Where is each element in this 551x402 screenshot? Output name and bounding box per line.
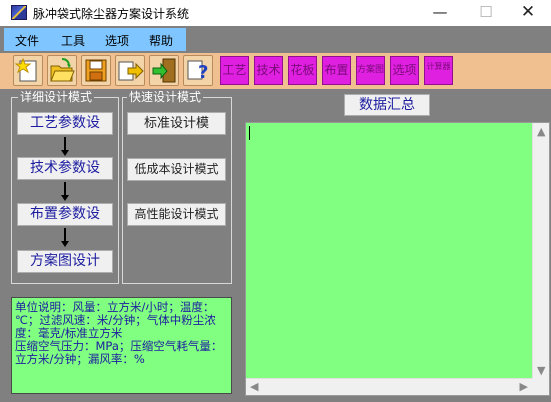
vertical-scrollbar[interactable]: ▲ ▼	[532, 123, 549, 379]
calculator-button[interactable]: 计算器	[424, 56, 453, 85]
close-button[interactable]: ✕	[505, 0, 551, 26]
scroll-up-icon[interactable]: ▲	[537, 126, 545, 137]
menu-file[interactable]: 文件	[15, 32, 39, 49]
quick-design-title: 快速设计模式	[127, 90, 204, 104]
scrollbar-corner	[532, 378, 549, 395]
tech-params-button[interactable]: 技术参数设	[17, 157, 113, 180]
toolbar: ? 工艺 技术 花板 布置 方案图 选项 计算器	[0, 53, 551, 89]
text-caret	[249, 126, 250, 140]
minimize-button[interactable]: —	[417, 0, 463, 26]
low-cost-design-button[interactable]: 低成本设计模式	[127, 158, 226, 181]
exit-icon[interactable]	[149, 55, 179, 86]
standard-design-button[interactable]: 标准设计模	[127, 112, 226, 135]
layout-params-button[interactable]: 布置参数设	[17, 203, 113, 226]
scheme-drawing-button[interactable]: 方案图	[356, 56, 385, 85]
flower-plate-button[interactable]: 花板	[288, 56, 317, 85]
process-button[interactable]: 工艺	[220, 56, 249, 85]
help-icon[interactable]: ?	[183, 55, 213, 86]
unit-notes-box: 单位说明：风量：立方米/小时；温度：℃；过滤风速：米/分钟；气体中粉尘浓度：毫克…	[11, 297, 232, 394]
menu-bar: 文件 工具 选项 帮助	[4, 28, 186, 51]
data-summary-button[interactable]: 数据汇总	[344, 94, 430, 116]
app-icon	[11, 5, 27, 20]
down-arrow-icon	[60, 137, 70, 157]
save-icon[interactable]	[81, 55, 111, 86]
options-button[interactable]: 选项	[390, 56, 419, 85]
maximize-button[interactable]: ☐	[463, 0, 509, 26]
down-arrow-icon	[60, 182, 70, 202]
high-performance-design-button[interactable]: 高性能设计模式	[127, 203, 226, 226]
window-title: 脉冲袋式除尘器方案设计系统	[33, 7, 190, 21]
detail-design-group: 详细设计模式 工艺参数设 技术参数设 布置参数设 方案图设计	[11, 90, 119, 284]
export-icon[interactable]	[115, 55, 145, 86]
down-arrow-icon	[60, 228, 70, 248]
process-params-button[interactable]: 工艺参数设	[17, 112, 113, 135]
scroll-right-icon[interactable]: ▶	[520, 381, 528, 392]
title-bar: 脉冲袋式除尘器方案设计系统 — ☐ ✕	[0, 0, 551, 26]
menu-options[interactable]: 选项	[105, 32, 129, 49]
layout-button[interactable]: 布置	[322, 56, 351, 85]
menu-tools[interactable]: 工具	[61, 32, 85, 49]
scheme-design-button[interactable]: 方案图设计	[17, 250, 113, 273]
menu-help[interactable]: 帮助	[149, 32, 173, 49]
scroll-left-icon[interactable]: ◀	[250, 381, 258, 392]
detail-design-title: 详细设计模式	[18, 90, 95, 104]
quick-design-group: 快速设计模式 标准设计模 低成本设计模式 高性能设计模式	[122, 90, 232, 284]
horizontal-scrollbar[interactable]: ◀ ▶	[246, 378, 532, 395]
scroll-down-icon[interactable]: ▼	[537, 365, 545, 376]
unit-notes-text: 单位说明：风量：立方米/小时；温度：℃；过滤风速：米/分钟；气体中粉尘浓度：毫克…	[15, 300, 223, 366]
technology-button[interactable]: 技术	[254, 56, 283, 85]
new-icon[interactable]	[13, 55, 43, 86]
svg-text:?: ?	[198, 62, 208, 83]
summary-text-area[interactable]: ▲ ▼ ◀ ▶	[245, 122, 550, 396]
open-icon[interactable]	[47, 55, 77, 86]
